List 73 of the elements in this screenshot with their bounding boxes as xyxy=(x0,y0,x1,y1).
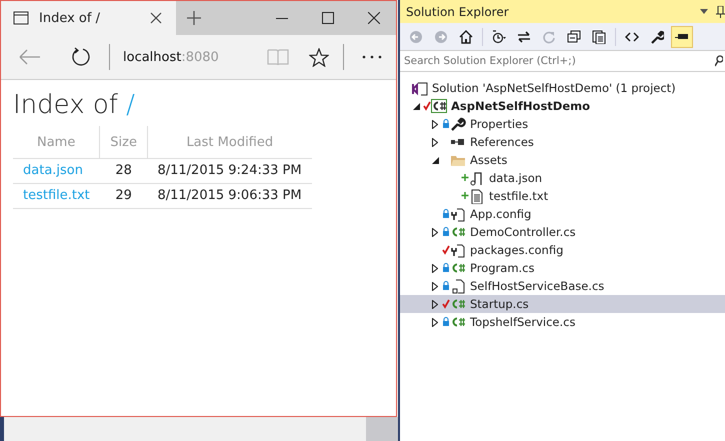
tree-item[interactable]: App.config xyxy=(400,205,725,223)
tree-item[interactable]: Assets xyxy=(400,151,725,169)
table-cell: 8/11/2015 9:24:33 PM xyxy=(147,158,312,184)
tree-item[interactable]: SelfHostServiceBase.cs xyxy=(400,277,725,295)
collapsed-arrow-icon[interactable] xyxy=(432,228,438,236)
back-icon xyxy=(409,30,423,44)
close-icon[interactable] xyxy=(368,12,380,24)
tree-item[interactable]: packages.config xyxy=(400,241,725,259)
csharp-icon xyxy=(450,224,466,240)
history-icon xyxy=(492,30,506,44)
pin-icon[interactable] xyxy=(716,6,725,18)
text-file-icon xyxy=(469,188,485,204)
csharp-icon xyxy=(450,296,466,312)
expanded-arrow-icon[interactable] xyxy=(432,156,438,164)
search-box[interactable]: Search Solution Explorer (Ctrl+;) xyxy=(400,50,725,72)
address-field[interactable]: localhost:8080 xyxy=(110,50,267,64)
browser-tab[interactable]: Index of / xyxy=(1,1,176,35)
column-header: Size xyxy=(100,126,148,158)
maximize-icon[interactable] xyxy=(322,12,334,24)
collapsed-arrow-icon[interactable] xyxy=(432,300,438,308)
collapsed-arrow-icon[interactable] xyxy=(432,318,438,326)
search-icon[interactable] xyxy=(715,55,723,67)
table-cell: 29 xyxy=(100,184,148,208)
wrench-icon xyxy=(450,116,466,132)
preview-icon xyxy=(675,34,689,39)
tree-item[interactable]: Program.cs xyxy=(400,259,725,277)
panel-title: Solution Explorer xyxy=(406,4,509,18)
star-icon[interactable] xyxy=(309,48,329,66)
csharp-icon xyxy=(450,314,466,330)
collapsed-arrow-icon[interactable] xyxy=(432,264,438,272)
plus-icon[interactable] xyxy=(187,11,201,25)
tree-item[interactable]: data.json xyxy=(400,169,725,187)
project-icon xyxy=(431,98,447,114)
refresh-icon[interactable] xyxy=(71,47,91,67)
tab-title: Index of / xyxy=(39,10,101,26)
preview-button[interactable] xyxy=(671,26,693,48)
code-icon xyxy=(625,30,639,44)
config-file-icon xyxy=(450,206,466,222)
page-icon xyxy=(13,11,29,25)
sync-icon xyxy=(517,30,531,44)
tree-item[interactable]: Startup.cs xyxy=(400,295,725,313)
config-file-icon xyxy=(450,242,466,258)
tree-item[interactable]: Solution 'AspNetSelfHostDemo' (1 project) xyxy=(400,79,725,97)
forward-icon xyxy=(434,30,448,44)
dropdown-icon[interactable] xyxy=(700,9,708,14)
solution-icon xyxy=(412,80,428,96)
csharp-icon xyxy=(450,260,466,276)
more-icon[interactable] xyxy=(362,55,382,59)
refresh-icon xyxy=(542,30,556,44)
tree-item[interactable]: References xyxy=(400,133,725,151)
collapse-icon xyxy=(567,30,581,44)
close-icon[interactable] xyxy=(150,12,162,24)
home-icon xyxy=(459,30,473,44)
tree-item[interactable]: TopshelfService.cs xyxy=(400,313,725,331)
column-header: Name xyxy=(13,126,100,158)
search-field[interactable]: Search Solution Explorer (Ctrl+;) xyxy=(404,52,715,70)
tree-item[interactable]: Properties xyxy=(400,115,725,133)
back-icon[interactable] xyxy=(19,49,41,65)
table-cell: 28 xyxy=(100,158,148,184)
window-background xyxy=(366,417,398,441)
collapsed-arrow-icon[interactable] xyxy=(432,138,438,146)
files-icon xyxy=(592,30,606,44)
page-heading: Index of / xyxy=(13,90,136,120)
tree-item[interactable]: AspNetSelfHostDemo xyxy=(400,97,725,115)
tree-item[interactable]: DemoController.cs xyxy=(400,223,725,241)
collapsed-arrow-icon[interactable] xyxy=(432,120,438,128)
expanded-arrow-icon[interactable] xyxy=(412,102,420,110)
table-cell: 8/11/2015 9:06:33 PM xyxy=(147,184,312,208)
file-icon xyxy=(450,278,466,294)
tree-item[interactable]: testfile.txt xyxy=(400,187,725,205)
collapsed-arrow-icon[interactable] xyxy=(432,282,438,290)
column-header: Last Modified xyxy=(147,126,312,158)
wrench-icon xyxy=(650,30,664,44)
